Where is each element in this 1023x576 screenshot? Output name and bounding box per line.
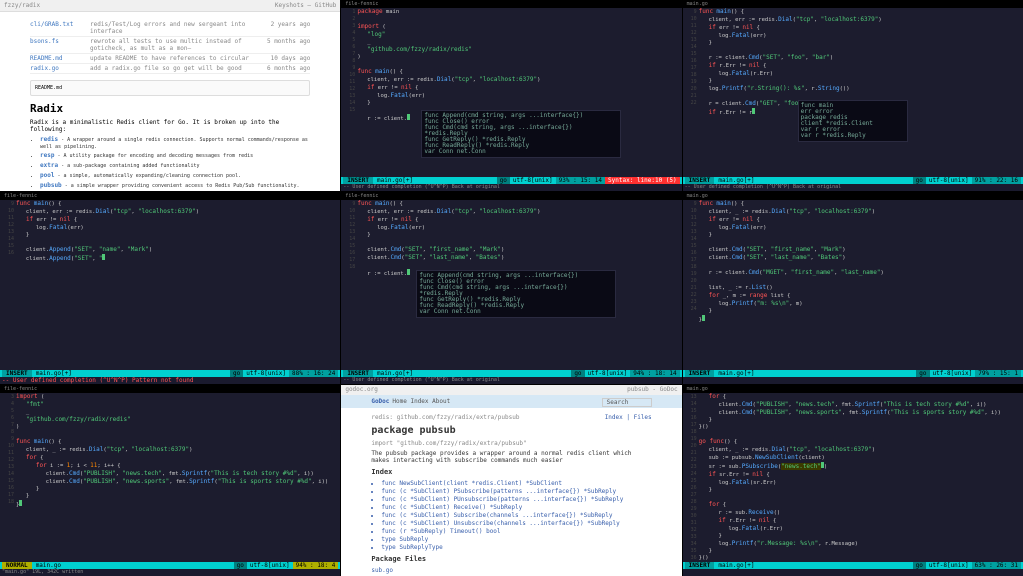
godoc-brand[interactable]: GoDoc xyxy=(371,398,389,405)
editor-tile-3: file-fennic 910111213141516 func main() … xyxy=(0,192,340,383)
godoc-nav: GoDoc Home Index About Search xyxy=(341,395,681,408)
pkgfile-link[interactable]: sub.go xyxy=(371,567,651,574)
pkgfiles-heading: Package Files xyxy=(371,555,651,563)
file-list: cli/GRAB.txtredis/Test/Log errors and ne… xyxy=(30,20,310,74)
index-link[interactable]: func (c *SubClient) PSubscribe(patterns … xyxy=(381,488,651,495)
code-area[interactable]: func main() { client, _ := redis.Dial("t… xyxy=(699,200,1021,369)
readme-item: extra - a sub-package containing added f… xyxy=(40,162,310,170)
browser-chrome: fzzy/radix Keyshots — GitHub xyxy=(0,0,340,12)
code-area[interactable]: for { client.Cmd("PUBLISH", "news.tech",… xyxy=(699,393,1021,562)
completion-item[interactable]: var Conn net.Conn xyxy=(424,149,618,155)
readme-list: redis - A wrapper around a single redis … xyxy=(40,136,310,191)
editor-tile-4: file-fennic 9101112131415161718 func mai… xyxy=(341,192,681,383)
index-list: func NewSubClient(client *redis.Client) … xyxy=(381,480,651,551)
autocomplete-popup[interactable]: func mainerr errorpackage redisclient *r… xyxy=(798,100,908,142)
gutter: 910111213141516 xyxy=(0,200,14,369)
file-row[interactable]: bsons.fsrewrote all tests to use multic … xyxy=(30,37,310,54)
index-link[interactable]: type SubReplyType xyxy=(381,544,651,551)
package-desc: The pubsub package provides a wrapper ar… xyxy=(371,450,651,464)
autocomplete-popup[interactable]: func Append(cmd string, args ...interfac… xyxy=(421,110,621,158)
keyshot-label: Keyshots — GitHub xyxy=(275,2,336,9)
index-link[interactable]: func (c *SubClient) Unsubscribe(channels… xyxy=(381,520,651,527)
editor-tile-5: main.go 9101112131415161718192021222324 … xyxy=(683,192,1023,383)
index-link[interactable]: func (r *SubReply) Timeout() bool xyxy=(381,528,651,535)
index-link[interactable]: func (c *SubClient) PUnsubscribe(pattern… xyxy=(381,496,651,503)
editor-tab[interactable]: main.go xyxy=(683,0,1023,8)
file-row[interactable]: cli/GRAB.txtredis/Test/Log errors and ne… xyxy=(30,20,310,37)
package-title: package pubsub xyxy=(371,425,651,436)
editor-tab[interactable]: file-fennic xyxy=(0,385,340,393)
file-row[interactable]: README.mdupdate README to have reference… xyxy=(30,54,310,64)
statusline: INSERTmain.go[+]goutf-8[unix]93% : 15: 1… xyxy=(341,177,681,191)
index-link[interactable]: type SubReply xyxy=(381,536,651,543)
browser-chrome: godoc.org pubsub - GoDoc xyxy=(341,385,681,395)
nav-link[interactable]: Index xyxy=(410,398,432,405)
readme-item: pubsub - a simple wrapper providing conv… xyxy=(40,182,310,190)
editor-tab[interactable]: main.go xyxy=(683,385,1023,393)
github-readme-tile: fzzy/radix Keyshots — GitHub cli/GRAB.tx… xyxy=(0,0,340,191)
gutter: 9101112131415161718 xyxy=(341,200,355,369)
import-path: redis: github.com/fzzy/radix/extra/pubsu… xyxy=(371,414,651,421)
index-link[interactable]: func (c *SubClient) Receive() *SubReply xyxy=(381,504,651,511)
completion-item[interactable]: var r *redis.Reply xyxy=(801,133,905,139)
autocomplete-popup[interactable]: func Append(cmd string, args ...interfac… xyxy=(416,270,616,318)
readme-item: redis - A wrapper around a single redis … xyxy=(40,136,310,150)
editor-tile-8: main.go 13141516171819202122232425262728… xyxy=(683,385,1023,576)
statusline: INSERTmain.go[+]goutf-8[unix]88% : 16: 2… xyxy=(0,370,340,384)
cmdline: -- User defined completion (^U^N^P) Patt… xyxy=(0,377,340,384)
file-row[interactable]: radix.goadd a radix.go file so go get wi… xyxy=(30,64,310,74)
statusline: INSERTmain.go[+]goutf-8[unix]63% : 26: 3… xyxy=(683,562,1023,576)
statusline: NORMALmain.gogoutf-8[unix]94% : 18: 4 "m… xyxy=(0,562,340,576)
import-stmt: import "github.com/fzzy/radix/extra/pubs… xyxy=(371,440,651,447)
nav-link[interactable]: About xyxy=(432,398,450,405)
editor-tab[interactable]: file-fennic xyxy=(341,0,681,8)
gutter: 910111213141516171819202122 xyxy=(683,8,697,177)
readme-item: pool - a simple, automatically expanding… xyxy=(40,172,310,180)
readme-title: Radix xyxy=(30,102,310,115)
search-input[interactable]: Search xyxy=(602,398,652,407)
readme-tab[interactable]: README.md xyxy=(30,80,310,96)
statusline: INSERTmain.go[+]goutf-8[unix]94% : 18: 1… xyxy=(341,370,681,384)
editor-tile-1: file-fennic 123456789101112131415 packag… xyxy=(341,0,681,191)
statusline: INSERTmain.go[+]goutf-8[unix]79% : 15: 1 xyxy=(683,370,1023,384)
statusline: INSERTmain.go[+]goutf-8[unix]91% : 22: 1… xyxy=(683,177,1023,191)
godoc-tile: godoc.org pubsub - GoDoc GoDoc Home Inde… xyxy=(341,385,681,576)
editor-tab[interactable]: file-fennic xyxy=(341,192,681,200)
gutter: 9101112131415161718192021222324 xyxy=(683,200,697,369)
code-area[interactable]: import ( "fmt" _ "github.com/fzzy/radix/… xyxy=(16,393,338,562)
nav-link[interactable]: Home xyxy=(392,398,410,405)
code-area[interactable]: func main() { client, err := redis.Dial(… xyxy=(16,200,338,369)
index-heading: Index xyxy=(371,468,651,476)
readme-intro: Radix is a minimalistic Redis client for… xyxy=(30,119,310,133)
index-link[interactable]: func NewSubClient(client *redis.Client) … xyxy=(381,480,651,487)
editor-tile-6: file-fennic 3456789101112131415161718 im… xyxy=(0,385,340,576)
editor-tile-2: main.go 910111213141516171819202122 func… xyxy=(683,0,1023,191)
code-area[interactable]: func main() { client, err := redis.Dial(… xyxy=(699,8,1021,177)
gutter: 123456789101112131415 xyxy=(341,8,355,177)
gutter: 3456789101112131415161718 xyxy=(0,393,14,562)
editor-tab[interactable]: file-fennic xyxy=(0,192,340,200)
gutter: 1314151617181920212223242526272829303132… xyxy=(683,393,697,562)
completion-item[interactable]: var Conn net.Conn xyxy=(419,309,613,315)
browser-tab[interactable]: fzzy/radix xyxy=(4,2,40,9)
readme-item: resp - A utility package for encoding an… xyxy=(40,152,310,160)
index-link[interactable]: func (c *SubClient) Subscribe(channels .… xyxy=(381,512,651,519)
editor-tab[interactable]: main.go xyxy=(683,192,1023,200)
